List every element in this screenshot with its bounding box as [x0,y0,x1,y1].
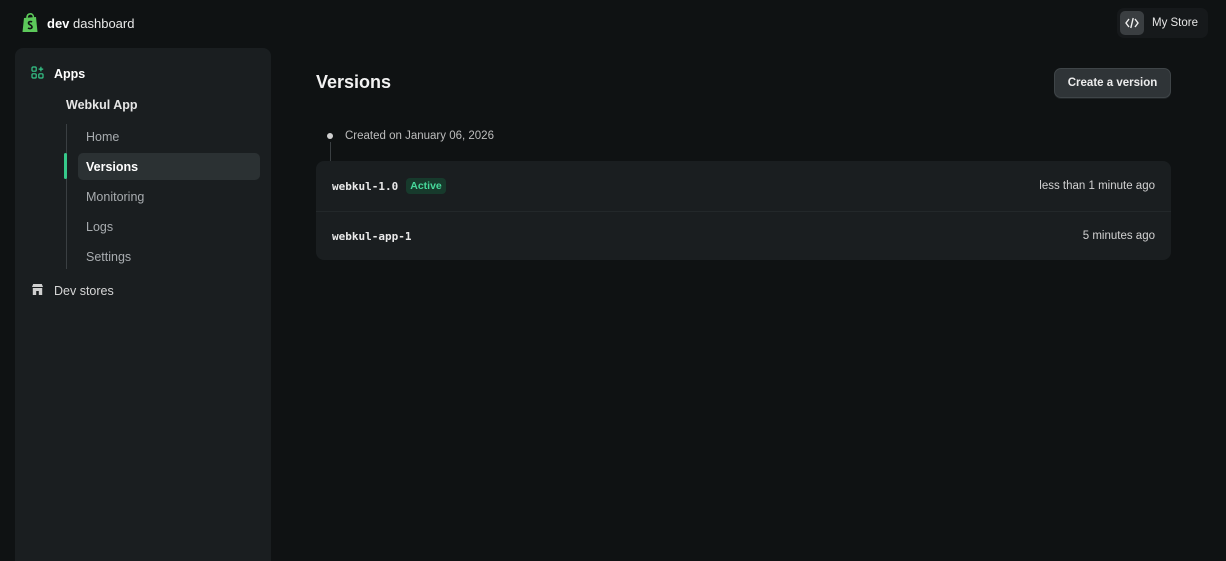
sidebar-item-home[interactable]: Home [78,123,260,150]
page-title: Versions [316,72,392,92]
sidebar-item-apps-label: Apps [54,67,86,81]
versions-list: webkul-1.0 Active less than 1 minute ago… [316,161,1171,260]
sidebar-item-dev-stores[interactable]: Dev stores [31,283,114,299]
tree-line [66,124,67,269]
store-icon [31,283,44,299]
store-label: My Store [1151,17,1198,29]
code-icon [1119,11,1144,35]
brand-title-bold: dev [47,15,70,31]
timeline-line [330,142,331,162]
store-switcher-button[interactable]: My Store [1116,8,1208,38]
version-time: 5 minutes ago [1082,230,1155,242]
shopify-bag-icon [21,13,39,33]
brand-title-rest: dashboard [69,15,135,31]
sidebar-item-settings[interactable]: Settings [78,243,260,270]
brand-title: dev dashboard [47,16,134,31]
sidebar-item-webkul-app[interactable]: Webkul App [66,98,138,112]
version-row-left: webkul-1.0 Active [332,178,446,194]
status-badge: Active [406,178,446,194]
timeline-date-label: Created on January 06, 2026 [345,130,494,142]
active-indicator [64,153,67,179]
apps-grid-icon [31,66,44,82]
sidebar: Apps Webkul App Home Versions Monitoring… [15,48,271,561]
brand[interactable]: dev dashboard [21,13,134,33]
version-time: less than 1 minute ago [1039,180,1155,192]
sidebar-item-logs[interactable]: Logs [78,213,260,240]
timeline-dot [327,133,333,139]
version-row[interactable]: webkul-1.0 Active less than 1 minute ago [316,161,1171,211]
version-row[interactable]: webkul-app-1 5 minutes ago [316,211,1171,260]
version-row-left: webkul-app-1 [332,230,411,243]
sidebar-item-dev-stores-label: Dev stores [54,284,114,298]
sidebar-item-monitoring[interactable]: Monitoring [78,183,260,210]
version-name: webkul-1.0 [332,179,399,193]
version-name: webkul-app-1 [332,229,412,243]
create-version-button[interactable]: Create a version [1054,68,1171,98]
dev-dashboard-app: dev dashboard My Store Apps Webkul App H… [0,0,1226,561]
sidebar-item-versions[interactable]: Versions [78,153,260,180]
sidebar-item-apps[interactable]: Apps [31,66,85,82]
top-bar: dev dashboard My Store [0,0,1226,46]
